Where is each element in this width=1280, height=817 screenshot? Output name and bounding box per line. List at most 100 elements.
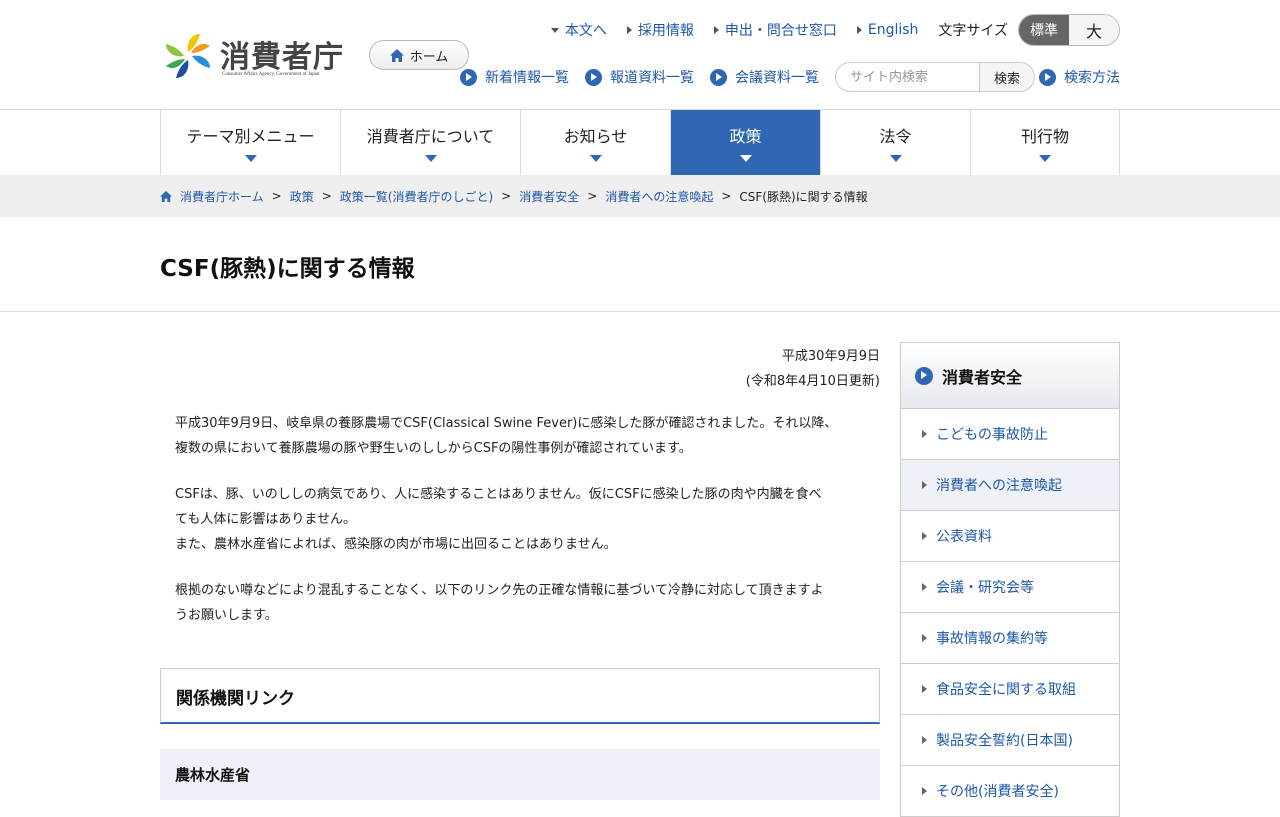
nav-theme-menu[interactable]: テーマ別メニュー [161,110,341,175]
sidebar-item-label: こどもの事故防止 [936,427,1048,443]
sidebar-item-label: 事故情報の集約等 [936,631,1048,647]
font-size-large-button[interactable]: 大 [1069,15,1119,45]
font-size-standard-button[interactable]: 標準 [1019,15,1069,45]
caret-down-icon [244,155,257,162]
caret-down-icon [889,155,902,162]
breadcrumb-separator: > [721,189,732,203]
recruitment-label: 採用情報 [637,23,694,39]
triangle-right-icon [922,634,927,642]
skip-to-content-label: 本文へ [564,23,607,39]
nav-news[interactable]: お知らせ [521,110,671,175]
triangle-right-icon [922,583,927,591]
inquiry-link[interactable]: 申出・問合せ窓口 [713,20,837,40]
sidebar-item-published-materials[interactable]: 公表資料 [901,511,1119,562]
related-links-section: 関係機関リンク [160,668,880,724]
paragraph-line: CSFは、豚、いのししの病気であり、人に感染することはありません。仮にCSFに感… [175,487,822,502]
quick-links: 新着情報一覧 報道資料一覧 会議資料一覧 検索 検索方法 [460,62,1120,92]
sidebar-item-label: 消費者への注意喚起 [936,478,1062,494]
title-area: CSF(豚熱)に関する情報 [0,217,1280,312]
section-heading: 関係機関リンク [176,689,295,709]
caret-down-icon [1039,155,1051,162]
recruitment-link[interactable]: 採用情報 [626,20,694,40]
home-button[interactable]: ホーム [369,40,469,70]
nav-publications-label: 刊行物 [1020,127,1069,146]
sidebar-item-label: 会議・研究会等 [936,580,1034,596]
nav-theme-menu-label: テーマ別メニュー [186,127,315,146]
site-header: 消費者庁 Consumer Affairs Agency, Government… [0,0,1280,110]
paragraph-line: 根拠のない噂などにより混乱することなく、以下のリンク先の正確な情報に基づいて冷静… [175,583,824,598]
search-help-link[interactable]: 検索方法 [1039,67,1120,87]
house-icon [160,190,172,202]
font-size-switcher: 標準 大 [1018,14,1120,46]
site-search: 検索 [835,62,1035,92]
breadcrumb-policy[interactable]: 政策 [290,188,314,205]
paragraph-line: ても人体に影響はありません。 [175,512,356,527]
circle-arrow-icon [710,68,727,86]
breadcrumb-home[interactable]: 消費者庁ホーム [180,188,264,205]
breadcrumb-bar: 消費者庁ホーム > 政策 > 政策一覧(消費者庁のしごと) > 消費者安全 > … [0,175,1280,217]
nav-about[interactable]: 消費者庁について [341,110,521,175]
nav-news-label: お知らせ [563,127,628,146]
triangle-right-icon [922,685,927,693]
sidebar-item-label: 食品安全に関する取組 [936,682,1076,698]
home-button-label: ホーム [409,49,449,65]
sidebar-item-label: その他(消費者安全) [936,784,1059,800]
paragraph-request: 根拠のない噂などにより混乱することなく、以下のリンク先の正確な情報に基づいて冷静… [175,578,880,628]
search-button[interactable]: 検索 [979,62,1035,92]
breadcrumb-separator: > [321,189,332,203]
utility-links: 本文へ 採用情報 申出・問合せ窓口 English 文字サイズ 標準 大 [550,14,1120,46]
breadcrumb-policy-list[interactable]: 政策一覧(消費者庁のしごと) [340,188,493,205]
sidebar-item-accident-info[interactable]: 事故情報の集約等 [901,613,1119,664]
paragraph-line: 複数の県において養豚農場の豚や野生いのししからCSFの陽性事例が確認されています… [175,441,692,456]
breadcrumb-consumer-safety[interactable]: 消費者安全 [519,188,579,205]
nav-policy-label: 政策 [729,127,762,146]
nav-publications[interactable]: 刊行物 [971,110,1120,175]
sidebar-item-other[interactable]: その他(消費者安全) [901,766,1119,817]
triangle-right-icon [922,481,927,489]
sidebar-item-meetings[interactable]: 会議・研究会等 [901,562,1119,613]
search-input[interactable] [835,62,979,92]
nav-policy[interactable]: 政策 [671,110,821,175]
triangle-right-icon [922,787,927,795]
triangle-right-icon [626,26,632,34]
caret-down-icon [589,155,602,162]
breadcrumb-current: CSF(豚熱)に関する情報 [739,189,868,204]
caret-down-icon [424,155,437,162]
site-logo[interactable]: 消費者庁 Consumer Affairs Agency, Government… [160,30,360,82]
house-icon [389,48,404,62]
sidebar-nav: 消費者安全 こどもの事故防止 消費者への注意喚起 公表資料 会議・研究会等 事故… [900,342,1120,817]
page-title: CSF(豚熱)に関する情報 [160,256,415,282]
sidebar-item-child-accident-prevention[interactable]: こどもの事故防止 [901,409,1119,460]
sidebar-item-product-safety-pledge[interactable]: 製品安全誓約(日本国) [901,715,1119,766]
meeting-materials-list-link[interactable]: 会議資料一覧 [710,67,819,87]
news-list-link[interactable]: 新着情報一覧 [460,67,569,87]
breadcrumb-alerts[interactable]: 消費者への注意喚起 [605,188,713,205]
breadcrumb-separator: > [501,189,512,203]
circle-arrow-icon [915,366,933,385]
nav-laws[interactable]: 法令 [821,110,971,175]
triangle-right-icon [922,532,927,540]
skip-to-content-link[interactable]: 本文へ [550,20,607,40]
maff-subsection: 農林水産省 [160,749,880,800]
circle-arrow-icon [1039,68,1056,86]
english-link[interactable]: English [856,22,918,38]
triangle-right-icon [713,26,719,34]
sidebar-heading[interactable]: 消費者安全 [901,343,1119,409]
font-size-label: 文字サイズ [938,23,1008,39]
breadcrumb-separator: > [271,189,282,203]
logo-subtext: Consumer Affairs Agency, Government of J… [222,72,320,77]
press-release-list-link[interactable]: 報道資料一覧 [585,67,694,87]
inquiry-label: 申出・問合せ窓口 [724,23,837,39]
sidebar-heading-label: 消費者安全 [942,367,1023,387]
caret-down-icon [739,155,752,162]
sidebar-item-food-safety[interactable]: 食品安全に関する取組 [901,664,1119,715]
publish-date: 平成30年9月9日 [781,349,880,364]
press-release-list-label: 報道資料一覧 [610,70,694,86]
nav-about-label: 消費者庁について [366,127,495,146]
triangle-right-icon [922,736,927,744]
paragraph-safety: CSFは、豚、いのししの病気であり、人に感染することはありません。仮にCSFに感… [175,482,880,557]
circle-arrow-icon [460,68,477,86]
circle-arrow-icon [585,68,602,86]
sidebar-item-label: 公表資料 [936,529,992,545]
sidebar-item-consumer-alerts[interactable]: 消費者への注意喚起 [901,460,1119,511]
